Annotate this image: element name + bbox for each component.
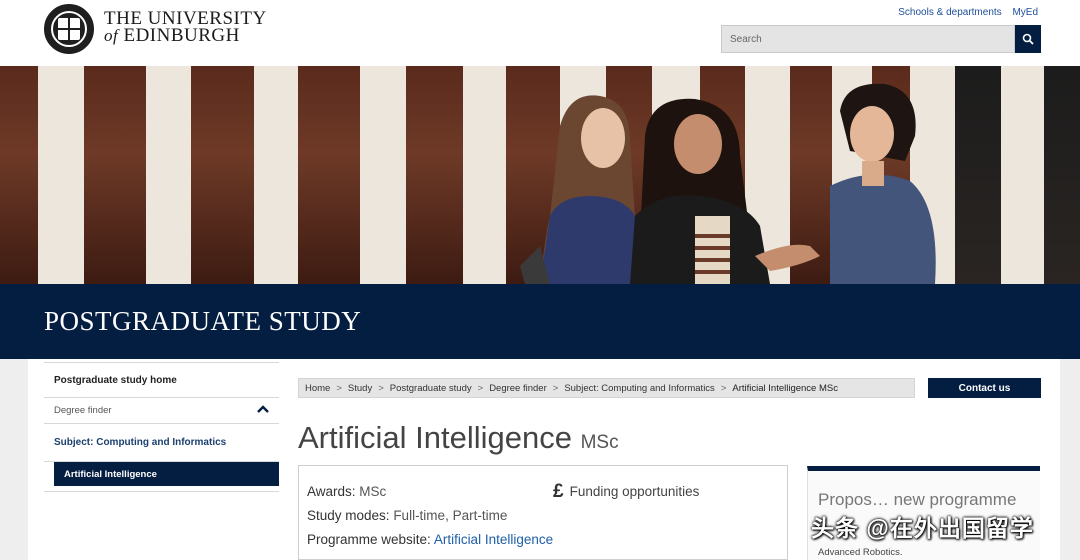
funding-label: Funding opportunities <box>569 484 700 499</box>
search-input[interactable] <box>721 25 1015 53</box>
programme-website-label: Programme website: <box>307 532 431 547</box>
awards-value: MSc <box>359 484 387 499</box>
breadcrumb-degree-finder[interactable]: Degree finder <box>489 383 547 394</box>
university-crest-logo[interactable] <box>44 4 94 54</box>
watermark-text: 头条 @在外出国留学 <box>811 515 1034 541</box>
myed-link[interactable]: MyEd <box>1012 7 1038 18</box>
breadcrumb-postgraduate-study[interactable]: Postgraduate study <box>390 383 472 394</box>
page-title: Artificial Intelligence MSc <box>298 420 619 456</box>
section-title: POSTGRADUATE STUDY <box>44 306 362 336</box>
search-form <box>721 25 1041 53</box>
breadcrumb-home[interactable]: Home <box>305 383 330 394</box>
breadcrumb: Home > Study > Postgraduate study > Degree fin… <box>298 378 915 398</box>
study-modes-label: Study modes: <box>307 508 390 523</box>
wordmark-of: of <box>104 26 119 45</box>
page-title-award: MSc <box>580 432 619 453</box>
section-banner: POSTGRADUATE STUDY <box>0 284 1080 359</box>
sidebar-nav: Postgraduate study home Degree finder Su… <box>44 362 279 492</box>
awards-row: Awards: MSc <box>307 484 386 499</box>
breadcrumb-current: Artificial Intelligence MSc <box>732 383 838 394</box>
search-icon <box>1022 33 1034 45</box>
pound-icon: £ <box>553 481 564 502</box>
students-photo <box>520 83 936 284</box>
study-modes-row: Study modes: Full-time, Part-time <box>307 508 507 523</box>
sidebar-item-artificial-intelligence[interactable]: Artificial Intelligence <box>54 462 279 486</box>
sidebar-item-postgraduate-home[interactable]: Postgraduate study home <box>44 362 279 398</box>
search-button[interactable] <box>1015 25 1041 53</box>
awards-label: Awards: <box>307 484 356 499</box>
programme-website-row: Programme website: Artificial Intelligen… <box>307 532 553 547</box>
site-header: THE UNIVERSITY of EDINBURGH Schools & de… <box>0 0 1080 66</box>
wordmark-line2: EDINBURGH <box>123 25 240 46</box>
study-modes-value: Full-time, Part-time <box>393 508 508 523</box>
sidebar-item-label: Degree finder <box>54 405 112 416</box>
page-title-main: Artificial Intelligence <box>298 420 572 455</box>
contact-us-button[interactable]: Contact us <box>928 378 1041 398</box>
utility-links: Schools & departments MyEd <box>890 7 1038 18</box>
university-wordmark[interactable]: THE UNIVERSITY of EDINBURGH <box>104 9 267 46</box>
chevron-up-icon[interactable] <box>257 405 269 413</box>
programme-info-box: Awards: MSc Study modes: Full-time, Part… <box>298 465 788 560</box>
schools-departments-link[interactable]: Schools & departments <box>898 7 1001 18</box>
proposed-programme-text: Advanced Robotics. <box>818 547 903 558</box>
programme-website-link[interactable]: Artificial Intelligence <box>434 532 553 547</box>
hero-image <box>0 66 1080 284</box>
sidebar-item-degree-finder[interactable]: Degree finder <box>44 398 279 424</box>
breadcrumb-subject[interactable]: Subject: Computing and Informatics <box>564 383 715 394</box>
funding-opportunities-link[interactable]: £ Funding opportunities <box>553 480 699 502</box>
breadcrumb-study[interactable]: Study <box>348 383 372 394</box>
proposed-programme-title: Propos… new programme <box>818 490 1017 509</box>
sidebar-item-subject[interactable]: Subject: Computing and Informatics <box>44 424 279 462</box>
